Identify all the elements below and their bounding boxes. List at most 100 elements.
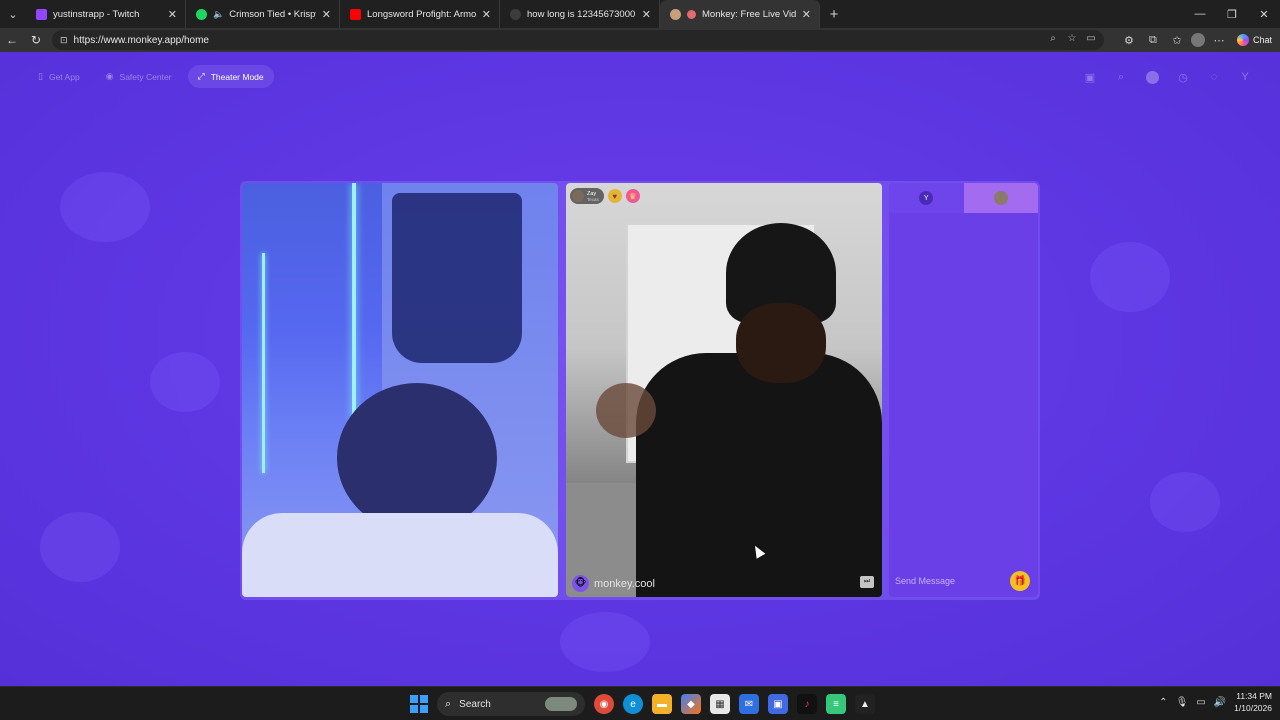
back-button[interactable]: ←	[0, 28, 24, 52]
search-icon[interactable]: ⌕	[1112, 68, 1130, 86]
shield-icon: ◉	[105, 71, 114, 81]
youtube-icon	[350, 8, 361, 20]
favorite-star-icon[interactable]: ☆	[1065, 33, 1079, 44]
minimize-button[interactable]: —	[1184, 0, 1216, 28]
tab-actions-menu-button[interactable]: ⌄	[0, 0, 26, 28]
background-decoration	[40, 512, 120, 582]
recording-icon	[687, 9, 696, 19]
tab-title: Crimson Tied • KrispyLife Kidz	[229, 8, 316, 20]
video-chat-stage: Zay Texas ♥ ♛ 🐵 monkey.cool ⏭ Y Send Mes…	[240, 181, 1040, 600]
heart-badge-icon: ♥	[607, 189, 622, 203]
refresh-button[interactable]: ↻	[24, 28, 48, 52]
more-options-icon[interactable]: ⋯	[1209, 30, 1229, 50]
local-video-feed	[242, 183, 558, 597]
extensions-icon[interactable]: ⚙	[1119, 30, 1139, 50]
favorites-icon[interactable]: ✩	[1167, 30, 1187, 50]
get-app-label: Get App	[48, 71, 80, 82]
tab-twitch[interactable]: yustinstrapp - Twitch ✕	[26, 0, 186, 28]
speaker-icon[interactable]: 🔈	[213, 9, 224, 20]
zoom-icon[interactable]: ⌕	[1046, 33, 1060, 44]
taskbar-search[interactable]: ⌕ Search	[437, 692, 585, 716]
omnibox-actions: ⌕ ☆ ▭	[1046, 33, 1098, 44]
spotify-icon	[196, 8, 207, 20]
mail-icon[interactable]: ✉	[739, 694, 759, 714]
tab-monkey[interactable]: Monkey: Free Live Video Chat ✕	[660, 0, 820, 28]
message-composer: 🎁	[893, 569, 1034, 593]
monkey-logo-icon: 🐵	[572, 575, 589, 592]
spotify-app-icon[interactable]: ≡	[826, 694, 846, 714]
profile-avatar[interactable]	[1190, 33, 1205, 47]
chat-participant-remote[interactable]	[963, 183, 1038, 213]
tiktok-icon[interactable]: ♪	[797, 694, 817, 714]
store-icon[interactable]: ▣	[1081, 68, 1099, 86]
split-screen-icon[interactable]: ⧉	[1143, 30, 1163, 50]
chat-button-label: Chat	[1252, 35, 1272, 45]
camera-icon[interactable]: ▭	[1084, 33, 1098, 44]
start-button[interactable]	[410, 695, 428, 713]
close-icon[interactable]: ✕	[322, 8, 331, 21]
coins-icon[interactable]	[1143, 68, 1161, 86]
get-app-button[interactable]: ▯ Get App	[28, 65, 90, 88]
copilot-icon	[1236, 34, 1249, 46]
safety-center-button[interactable]: ◉ Safety Center	[96, 65, 182, 88]
close-window-button[interactable]: ✕	[1248, 0, 1280, 28]
window-controls: — ❐ ✕	[1184, 0, 1280, 28]
chrome-icon[interactable]: ◉	[594, 694, 614, 714]
profile-button[interactable]: Y	[1236, 68, 1254, 86]
taskbar-apps: ⌕ Search ◉ e ▬ ◆ ▦ ✉ ▣ ♪ ≡ ▲	[410, 692, 875, 716]
new-tab-button[interactable]: +	[820, 0, 848, 28]
tab-title: Longsword Profight: Armored MMA	[367, 8, 476, 20]
theater-mode-label: Theater Mode	[210, 71, 264, 82]
calendar-icon[interactable]: ▣	[768, 694, 788, 714]
video-scene	[242, 513, 558, 597]
top-right-icons: ▣ ⌕ ◷ ◌ Y	[1081, 68, 1254, 86]
address-bar[interactable]: ⊡ https://www.monkey.app/home ⌕ ☆ ▭	[52, 30, 1104, 50]
tab-title: yustinstrapp - Twitch	[53, 8, 140, 20]
chat-panel: Y 🎁	[889, 183, 1038, 597]
search-highlight-icon	[545, 697, 577, 711]
toolbar-actions: ⚙ ⧉ ✩ ⋯ Chat	[1119, 28, 1276, 52]
crown-badge-icon: ♛	[625, 189, 640, 203]
tab-search[interactable]: how long is 12345673000 in days ✕	[500, 0, 660, 28]
display-icon[interactable]: ▭	[1196, 697, 1205, 708]
send-message-input[interactable]	[895, 576, 1005, 586]
app-icon[interactable]: ▲	[855, 694, 875, 714]
history-icon[interactable]: ◷	[1174, 68, 1192, 86]
video-scene	[392, 193, 522, 363]
tab-spotify[interactable]: 🔈 Crimson Tied • KrispyLife Kidz ✕	[186, 0, 340, 28]
chevron-up-icon[interactable]: ⌃	[1159, 697, 1167, 708]
browser-tab-strip: ⌄ yustinstrapp - Twitch ✕ 🔈 Crimson Tied…	[0, 0, 1280, 28]
maximize-button[interactable]: ❐	[1216, 0, 1248, 28]
close-icon[interactable]: ✕	[482, 8, 491, 21]
close-icon[interactable]: ✕	[802, 8, 811, 21]
remote-video-feed: Zay Texas ♥ ♛ 🐵 monkey.cool ⏭	[566, 183, 882, 597]
remote-user-chip[interactable]: Zay Texas	[570, 188, 604, 204]
microsoft-store-icon[interactable]: ▦	[710, 694, 730, 714]
copilot-chat-button[interactable]: Chat	[1233, 30, 1276, 50]
tab-youtube[interactable]: Longsword Profight: Armored MMA ✕	[340, 0, 500, 28]
close-icon[interactable]: ✕	[642, 8, 651, 21]
watermark-text: monkey.cool	[594, 577, 655, 590]
safety-center-label: Safety Center	[119, 71, 172, 82]
theater-mode-button[interactable]: ⤢ Theater Mode	[187, 65, 274, 88]
taskbar-clock[interactable]: 11:34 PM 1/10/2026	[1234, 690, 1272, 714]
volume-icon[interactable]: 🔊	[1214, 697, 1226, 708]
microphone-icon[interactable]: 🎙	[1176, 697, 1189, 708]
messages-icon[interactable]: ◌	[1205, 68, 1223, 86]
tab-title: how long is 12345673000 in days	[527, 8, 636, 20]
close-icon[interactable]: ✕	[168, 8, 177, 21]
remote-user-location: Texas	[587, 196, 599, 202]
clock-time: 11:34 PM	[1236, 691, 1272, 701]
windows-taskbar: ⌕ Search ◉ e ▬ ◆ ▦ ✉ ▣ ♪ ≡ ▲ ⌃ 🎙 ▭ 🔊 11:…	[0, 686, 1280, 720]
address-url: https://www.monkey.app/home	[73, 34, 209, 46]
chat-participant-me[interactable]: Y	[889, 183, 964, 213]
top-navigation: ▯ Get App ◉ Safety Center ⤢ Theater Mode	[28, 65, 274, 88]
copilot-app-icon[interactable]: ◆	[681, 694, 701, 714]
edge-icon[interactable]: e	[623, 694, 643, 714]
next-match-button[interactable]: ⏭	[860, 576, 874, 588]
clock-date: 1/10/2026	[1234, 703, 1272, 713]
site-info-icon[interactable]: ⊡	[60, 35, 68, 46]
gift-button[interactable]: 🎁	[1010, 571, 1030, 591]
file-explorer-icon[interactable]: ▬	[652, 694, 672, 714]
search-icon: ⌕	[445, 697, 452, 710]
